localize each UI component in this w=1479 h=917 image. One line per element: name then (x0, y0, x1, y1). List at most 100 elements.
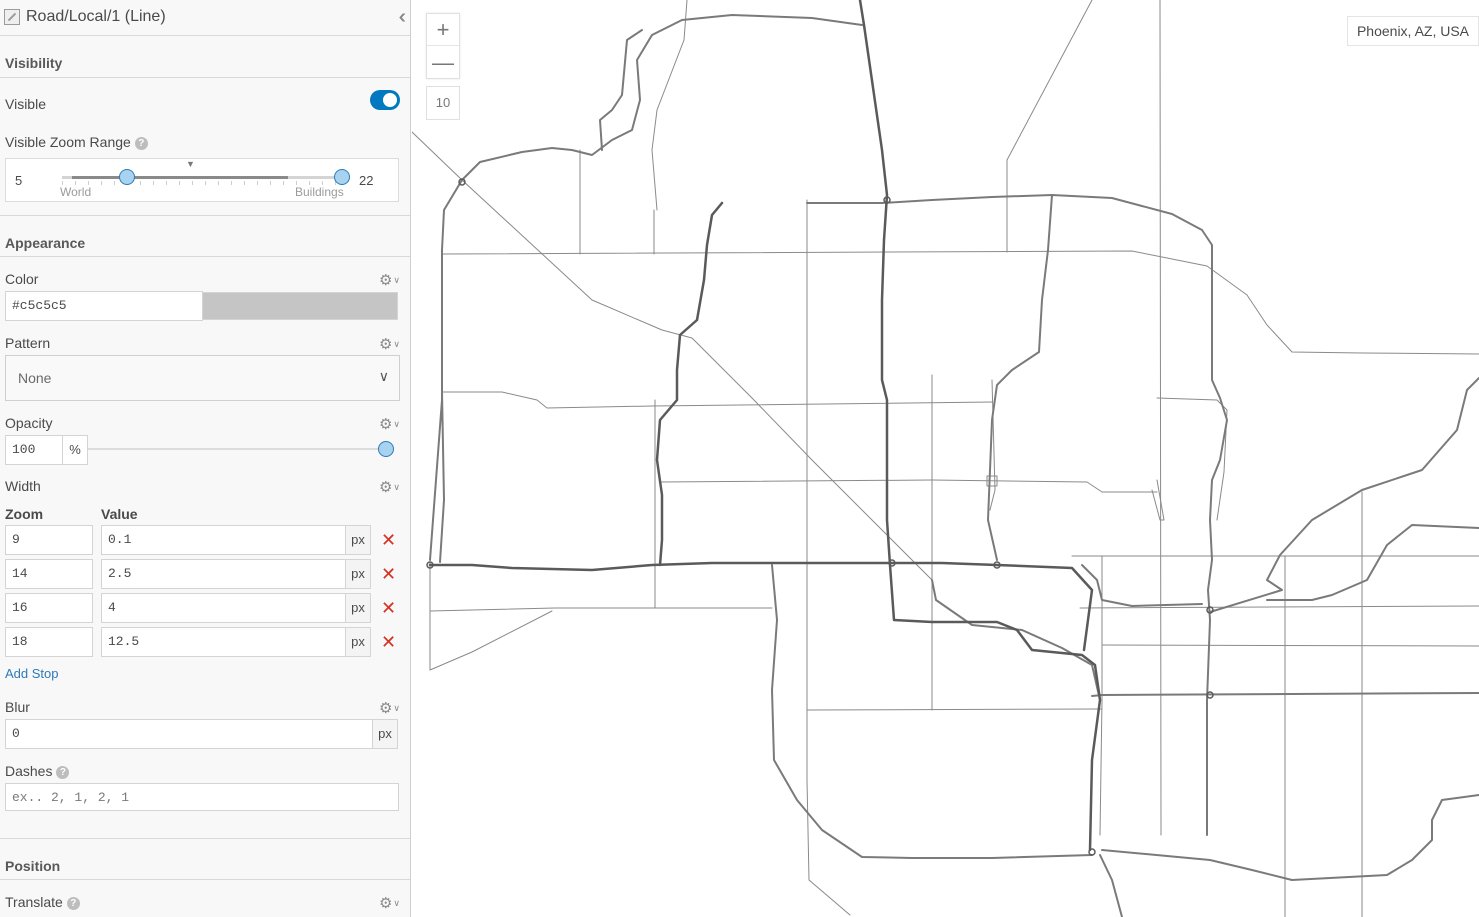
color-input[interactable]: #c5c5c5 (5, 291, 203, 321)
stop-unit: px (345, 559, 371, 589)
dashes-label: Dashes? (5, 763, 70, 779)
layer-title: Road/Local/1 (Line) (26, 8, 166, 25)
double-chevron-left-icon[interactable]: ‹‹ (399, 7, 408, 27)
dashes-input[interactable]: ex.. 2, 1, 2, 1 (5, 783, 399, 811)
visible-label: Visible (5, 96, 46, 112)
delete-stop-icon[interactable]: ✕ (381, 633, 396, 651)
road-network (412, 0, 1479, 917)
delete-stop-icon[interactable]: ✕ (381, 531, 396, 549)
gear-icon[interactable]: ⚙∨ (379, 478, 400, 496)
zoom-min-value: 5 (15, 173, 23, 188)
help-icon[interactable]: ? (56, 766, 70, 779)
road-line (1081, 564, 1203, 607)
opacity-unit: % (62, 435, 88, 465)
delete-stop-icon[interactable]: ✕ (381, 565, 396, 583)
road-line (659, 479, 1158, 493)
zoom-range-slider[interactable]: 5 ▼ 22 World Buildings (5, 158, 399, 202)
opacity-slider-handle[interactable] (378, 441, 394, 457)
section-visibility[interactable]: Visibility (0, 36, 410, 78)
style-editor-app: Road/Local/1 (Line) ‹‹ Visibility Visibl… (0, 0, 1479, 917)
stop-zoom-input[interactable]: 16 (5, 593, 93, 623)
road-line (441, 14, 863, 251)
gear-icon[interactable]: ⚙∨ (379, 699, 400, 717)
stop-zoom-input[interactable]: 9 (5, 525, 93, 555)
gear-icon[interactable]: ⚙∨ (379, 894, 400, 912)
zoom-range-label-text: Visible Zoom Range (5, 134, 131, 150)
zoom-control: + — (426, 13, 460, 79)
zoom-min-handle[interactable] (119, 169, 135, 185)
stop-unit: px (345, 525, 371, 555)
road-line (1156, 397, 1228, 521)
blur-unit: px (372, 719, 398, 749)
stop-value-input[interactable]: 4 (101, 593, 346, 623)
gear-icon[interactable]: ⚙∨ (379, 415, 400, 433)
freeways (428, 0, 1102, 852)
zoom-range-fill (72, 176, 288, 179)
stop-zoom-input[interactable]: 18 (5, 627, 93, 657)
zoom-range-label: Visible Zoom Range? (5, 134, 148, 150)
road-line (1099, 854, 1123, 917)
road-line (987, 194, 1053, 561)
zoom-min-label: World (60, 185, 92, 199)
current-zoom-caret-icon: ▼ (186, 159, 195, 169)
map-view[interactable]: + — 10 Phoenix, AZ, USA (412, 0, 1479, 917)
road-line (1266, 524, 1479, 601)
blur-label: Blur (5, 699, 30, 715)
stop-value-input[interactable]: 2.5 (101, 559, 346, 589)
road-line (655, 201, 724, 567)
help-icon[interactable]: ? (66, 897, 80, 910)
zoom-in-button[interactable]: + (427, 14, 459, 46)
opacity-slider-track[interactable] (88, 448, 386, 450)
road-line (806, 194, 1228, 836)
road-line (428, 561, 1094, 652)
road-line (858, 0, 1102, 852)
gear-icon[interactable]: ⚙∨ (379, 271, 400, 289)
blur-input[interactable]: 0 (5, 719, 373, 749)
pattern-value: None (18, 370, 52, 386)
zoom-out-button[interactable]: — (427, 47, 459, 79)
local-roads (412, 0, 1479, 917)
road-line (599, 29, 643, 151)
pattern-label: Pattern (5, 335, 51, 351)
translate-label-text: Translate (5, 894, 63, 910)
road-line (931, 579, 1101, 701)
delete-stop-icon[interactable]: ✕ (381, 599, 396, 617)
opacity-input[interactable]: 100 (5, 435, 63, 465)
chevron-down-icon: ∨ (378, 368, 389, 384)
visible-toggle[interactable] (370, 90, 400, 110)
color-label: Color (5, 271, 39, 287)
zoom-level-indicator: 10 (426, 86, 460, 120)
road-line (806, 708, 1103, 711)
collector-roads (429, 14, 1479, 917)
add-stop-link[interactable]: Add Stop (5, 666, 59, 681)
section-appearance[interactable]: Appearance (0, 215, 410, 257)
style-panel: Road/Local/1 (Line) ‹‹ Visibility Visibl… (0, 0, 411, 917)
zoom-max-handle[interactable] (334, 169, 350, 185)
section-position[interactable]: Position (0, 838, 410, 880)
zoom-max-label: Buildings (295, 185, 344, 199)
section-title: Visibility (5, 55, 63, 71)
road-line (806, 199, 851, 916)
stop-zoom-input[interactable]: 14 (5, 559, 93, 589)
zoom-column-header: Zoom (5, 506, 44, 522)
opacity-label: Opacity (5, 415, 53, 431)
stop-value-input[interactable]: 12.5 (101, 627, 346, 657)
road-line (1159, 0, 1162, 836)
road-line (1209, 377, 1479, 613)
section-title: Appearance (5, 235, 86, 251)
road-line (1101, 794, 1479, 881)
section-title: Position (5, 858, 61, 874)
location-label: Phoenix, AZ, USA (1347, 16, 1479, 46)
stop-unit: px (345, 627, 371, 657)
color-swatch[interactable] (202, 292, 398, 320)
road-line (1101, 644, 1479, 647)
pattern-select[interactable]: None ∨ (5, 355, 400, 401)
line-layer-icon (4, 9, 20, 25)
stop-value-input[interactable]: 0.1 (101, 525, 346, 555)
interchanges (426, 178, 1214, 856)
road-line (429, 607, 773, 612)
help-icon[interactable]: ? (134, 137, 148, 150)
road-line (429, 249, 443, 561)
gear-icon[interactable]: ⚙∨ (379, 335, 400, 353)
width-label: Width (5, 478, 41, 494)
